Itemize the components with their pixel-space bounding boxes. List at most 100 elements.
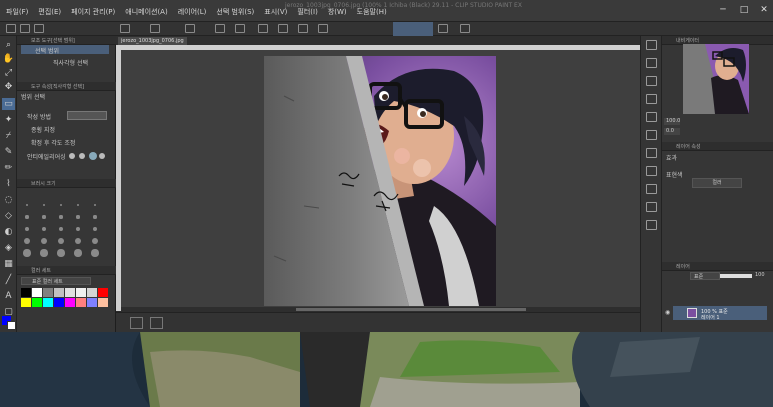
- brush-size-dot[interactable]: [24, 238, 30, 244]
- eyedropper-icon[interactable]: ⌿: [2, 130, 15, 142]
- info-icon[interactable]: [646, 130, 657, 140]
- selection-tool-icon[interactable]: ▭: [2, 98, 15, 110]
- layer-settings-icon[interactable]: [185, 24, 195, 33]
- menu-page[interactable]: 페이지 관리(P): [71, 7, 115, 17]
- gradient-icon[interactable]: ▦: [2, 258, 15, 270]
- undo-icon[interactable]: [215, 24, 225, 33]
- brush-size-dot[interactable]: [60, 204, 62, 206]
- link-icon[interactable]: [460, 24, 470, 33]
- brush-size-dot[interactable]: [58, 226, 64, 232]
- timeline-icon[interactable]: [646, 166, 657, 176]
- color-swatch[interactable]: [32, 298, 42, 307]
- color-swatch[interactable]: [21, 288, 31, 297]
- navigator-icon[interactable]: [150, 317, 163, 329]
- zoom-icon[interactable]: ⌕: [2, 39, 15, 51]
- color-swatch[interactable]: [65, 288, 75, 297]
- brush-size-dot[interactable]: [41, 238, 47, 244]
- color-swatch[interactable]: [54, 298, 64, 307]
- brush-size-dot[interactable]: [43, 204, 45, 206]
- crop-icon[interactable]: [318, 24, 328, 33]
- color-swatch[interactable]: [54, 288, 64, 297]
- brush-size-dot[interactable]: [75, 238, 81, 244]
- maximize-button[interactable]: □: [737, 4, 751, 16]
- brush-icon[interactable]: ⌇: [2, 178, 15, 190]
- brush-size-dot[interactable]: [75, 226, 81, 232]
- color-set-dropdown[interactable]: 표준 컬러 세트: [21, 277, 91, 285]
- menu-edit[interactable]: 편집(E): [38, 7, 61, 17]
- animation-icon[interactable]: [646, 148, 657, 158]
- expression-color-dropdown[interactable]: 컬러: [692, 178, 742, 188]
- brush-size-dot[interactable]: [25, 215, 29, 219]
- pencil-icon[interactable]: ✏: [2, 162, 15, 174]
- opacity-slider[interactable]: [720, 274, 752, 278]
- color-swatch-grid[interactable]: [21, 288, 111, 328]
- brush-size-dot[interactable]: [91, 249, 99, 257]
- menu-file[interactable]: 파일(F): [6, 7, 28, 17]
- zoom-value[interactable]: 100.0: [664, 118, 680, 125]
- work-mode-buttons[interactable]: [67, 111, 107, 120]
- menu-layer[interactable]: 레이어(L): [178, 7, 207, 17]
- snap-icon[interactable]: [278, 24, 288, 33]
- snap-ruler-button[interactable]: [393, 22, 413, 36]
- close-button[interactable]: ✕: [757, 4, 771, 16]
- color-swatch[interactable]: [87, 298, 97, 307]
- brush-size-dot[interactable]: [26, 204, 28, 206]
- text-icon[interactable]: A: [2, 290, 15, 302]
- new-icon[interactable]: [6, 24, 16, 33]
- angle-value[interactable]: 0.0: [664, 128, 680, 135]
- sub-color-chip[interactable]: [7, 321, 16, 330]
- history-icon[interactable]: [646, 76, 657, 86]
- color-swatch[interactable]: [98, 298, 108, 307]
- palette-icon[interactable]: [646, 184, 657, 194]
- brush-size-dot[interactable]: [59, 215, 63, 219]
- brush-size-dot[interactable]: [57, 249, 65, 257]
- brush-size-dot[interactable]: [93, 215, 97, 219]
- sub-tool-item-selection[interactable]: 선택 범위: [35, 46, 59, 55]
- eye-icon[interactable]: ◉: [665, 310, 671, 316]
- brush-size-dot[interactable]: [92, 238, 98, 244]
- color-swatch[interactable]: [21, 298, 31, 307]
- sub-tool-item-rect[interactable]: 직사각형 선택: [53, 58, 88, 67]
- color-swatch[interactable]: [43, 288, 53, 297]
- menu-view[interactable]: 표시(V): [264, 7, 287, 17]
- canvas-tab[interactable]: jerozo_1003jpg_0706.jpg: [118, 37, 187, 45]
- ruler-icon[interactable]: [298, 24, 308, 33]
- color-swatch[interactable]: [43, 298, 53, 307]
- eraser-icon[interactable]: ◇: [2, 210, 15, 222]
- fill-icon[interactable]: [150, 24, 160, 33]
- hand-icon[interactable]: ✋: [2, 53, 15, 65]
- airbrush-icon[interactable]: ◌: [2, 194, 15, 206]
- color-swatch[interactable]: [32, 288, 42, 297]
- move-icon[interactable]: ✥: [2, 81, 15, 93]
- brush-size-dot[interactable]: [94, 204, 96, 206]
- navigator-preview[interactable]: [683, 44, 749, 114]
- color-swatch[interactable]: [87, 288, 97, 297]
- artwork[interactable]: [264, 56, 496, 306]
- open-icon[interactable]: [20, 24, 30, 33]
- blend-mode-dropdown[interactable]: 표준: [690, 272, 720, 280]
- layer-item[interactable]: 100 % 표준 레이어 1: [673, 306, 767, 321]
- brush-size-dot[interactable]: [92, 226, 98, 232]
- fit-view-icon[interactable]: [130, 317, 143, 329]
- brush-size-dot[interactable]: [58, 238, 64, 244]
- clear-icon[interactable]: [120, 24, 130, 33]
- brush-size-dot[interactable]: [76, 215, 80, 219]
- layer-search-icon[interactable]: [646, 220, 657, 230]
- brush-size-grid[interactable]: [21, 199, 111, 289]
- blend-icon[interactable]: ◐: [2, 226, 15, 238]
- sub-view-icon[interactable]: [646, 112, 657, 122]
- opacity-value[interactable]: 100: [755, 272, 765, 278]
- auto-select-icon[interactable]: ✦: [2, 114, 15, 126]
- pen-tool-icon[interactable]: ✎: [2, 146, 15, 158]
- brush-size-dot[interactable]: [41, 226, 47, 232]
- brush-size-dot[interactable]: [24, 226, 30, 232]
- material-icon[interactable]: [646, 58, 657, 68]
- scrollbar-thumb[interactable]: [296, 308, 526, 311]
- search-icon[interactable]: [646, 40, 657, 50]
- operation-icon[interactable]: ⤢: [2, 67, 15, 79]
- brush-size-dot[interactable]: [23, 249, 31, 257]
- minimize-button[interactable]: ─: [716, 4, 730, 16]
- color-swatch[interactable]: [65, 298, 75, 307]
- fill-tool-icon[interactable]: ◈: [2, 242, 15, 254]
- save-icon[interactable]: [34, 24, 44, 33]
